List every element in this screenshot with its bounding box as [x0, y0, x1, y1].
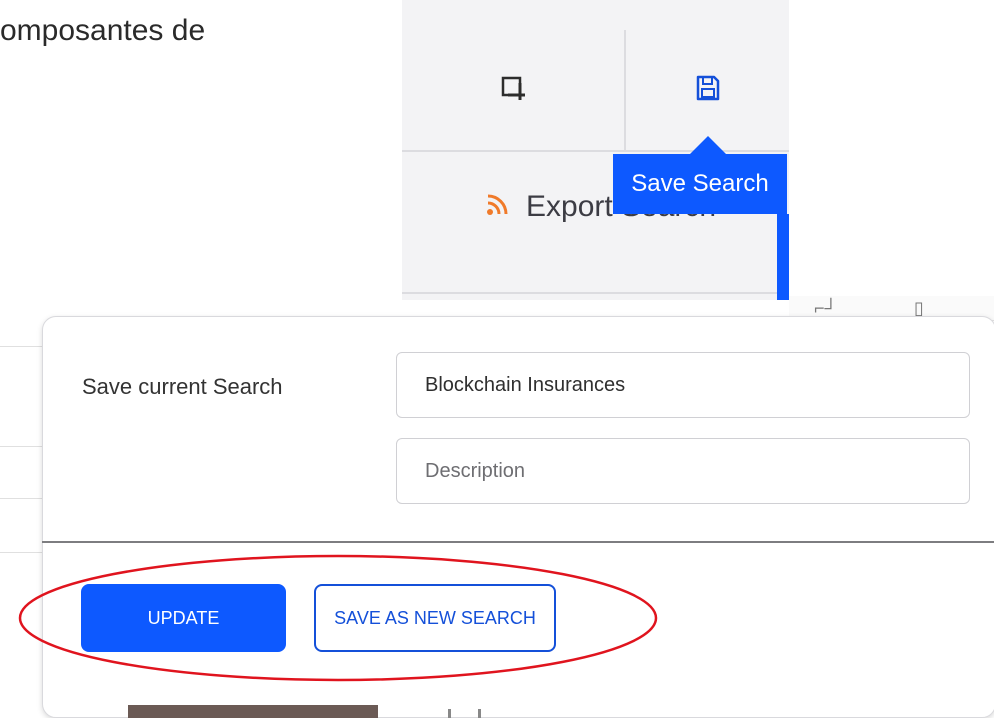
- panel-edge: [777, 214, 789, 300]
- floppy-save-icon: [695, 74, 721, 107]
- save-search-button[interactable]: [626, 30, 789, 150]
- crop-icon: [500, 75, 526, 106]
- update-button[interactable]: UPDATE: [81, 584, 286, 652]
- search-name-input[interactable]: Blockchain Insurances: [396, 352, 970, 418]
- dialog-footer-divider: [42, 541, 994, 543]
- background-bottom-strip: [42, 705, 994, 718]
- save-current-search-label: Save current Search: [82, 374, 283, 399]
- tooltip-caret: [690, 136, 726, 154]
- background-list: [0, 300, 44, 718]
- description-input[interactable]: Description: [396, 438, 970, 504]
- crop-button[interactable]: [402, 30, 626, 150]
- page-heading-fragment: omposantes de: [0, 14, 206, 47]
- save-search-tooltip: Save Search: [613, 154, 787, 214]
- toolbar-snippet: Export Search: [402, 0, 789, 300]
- save-as-new-search-button[interactable]: SAVE AS NEW SEARCH: [314, 584, 556, 652]
- rss-icon: [486, 190, 508, 224]
- toolbar-icon-row: [402, 30, 789, 152]
